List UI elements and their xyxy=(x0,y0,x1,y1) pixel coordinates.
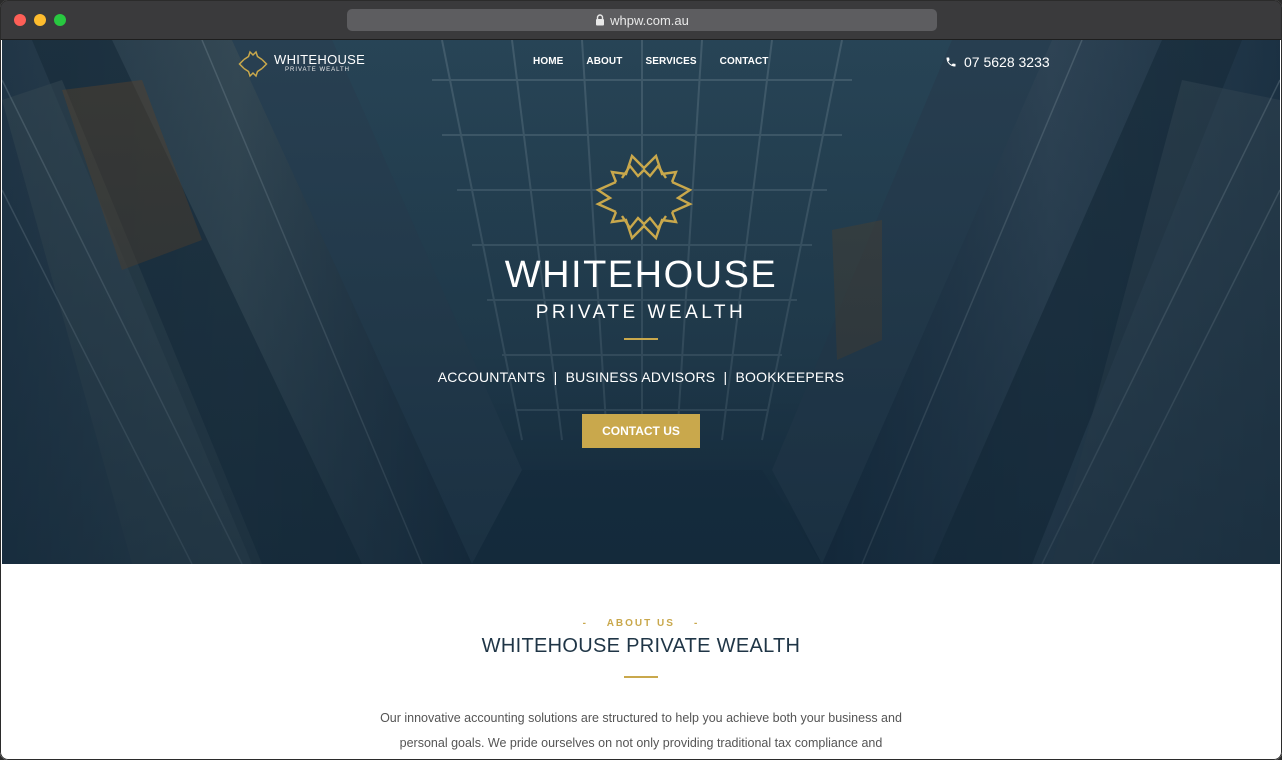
hero-subtitle: PRIVATE WEALTH xyxy=(535,302,747,323)
address-bar[interactable]: whpw.com.au xyxy=(347,9,937,31)
logo-title: WHITEHOUSE xyxy=(274,52,366,67)
about-title: WHITEHOUSE PRIVATE WEALTH xyxy=(481,635,801,657)
header-logo[interactable]: WHITEHOUSE PRIVATE WEALTH xyxy=(238,49,368,79)
hero-tagline: ACCOUNTANTS | BUSINESS ADVISORS | BOOKKE… xyxy=(437,369,845,385)
hero-divider xyxy=(624,338,658,340)
nav-item-about[interactable]: ABOUT xyxy=(586,56,622,67)
phone-icon xyxy=(946,57,956,67)
hero-title: WHITEHOUSE xyxy=(504,254,778,296)
about-eyebrow: - ABOUT US - xyxy=(582,618,700,629)
nav-item-contact[interactable]: CONTACT xyxy=(720,56,769,67)
logo-mark-large-icon xyxy=(595,153,693,241)
minimize-window-button[interactable] xyxy=(34,14,46,26)
about-text-line: Our innovative accounting solutions are … xyxy=(380,711,902,725)
nav-item-services[interactable]: SERVICES xyxy=(645,56,696,67)
logo-mark-icon xyxy=(238,50,268,78)
browser-titlebar: whpw.com.au xyxy=(0,0,1282,40)
maximize-window-button[interactable] xyxy=(54,14,66,26)
about-text: Our innovative accounting solutions are … xyxy=(366,706,916,756)
url-text: whpw.com.au xyxy=(610,12,689,28)
logo-subtitle: PRIVATE WEALTH xyxy=(285,67,351,73)
main-nav: HOME ABOUT SERVICES CONTACT xyxy=(533,56,792,67)
about-divider xyxy=(624,676,658,678)
browser-window: whpw.com.au WHITEHOUSE PRIVATE WEALTH HO… xyxy=(0,0,1282,760)
close-window-button[interactable] xyxy=(14,14,26,26)
phone-link[interactable]: 07 5628 3233 xyxy=(945,54,1050,70)
about-text-line: personal goals. We pride ourselves on no… xyxy=(399,736,883,750)
phone-number: 07 5628 3233 xyxy=(964,54,1050,70)
nav-item-home[interactable]: HOME xyxy=(533,56,563,67)
contact-us-button[interactable]: CONTACT US xyxy=(582,414,700,448)
lock-icon xyxy=(596,14,605,26)
hero-section: WHITEHOUSE PRIVATE WEALTH HOME ABOUT SER… xyxy=(2,40,1280,564)
about-section: - ABOUT US - WHITEHOUSE PRIVATE WEALTH O… xyxy=(0,564,1282,760)
